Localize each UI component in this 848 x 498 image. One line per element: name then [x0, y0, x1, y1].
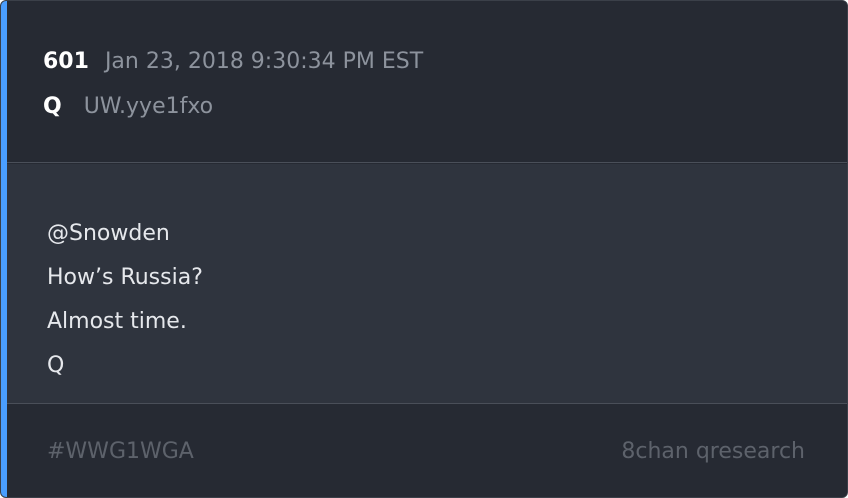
post-line: @Snowden [47, 221, 170, 246]
post-tripcode: UW.yye1fxo [83, 94, 214, 119]
post-card: 601 Jan 23, 2018 9:30:34 PM EST Q UW.yye… [0, 0, 848, 498]
post-text: @Snowden How’s Russia? Almost time. Q [47, 212, 203, 388]
post-timestamp: Jan 23, 2018 9:30:34 PM EST [104, 49, 424, 74]
post-meta-line: 601 Jan 23, 2018 9:30:34 PM EST [43, 49, 423, 74]
post-line: Q [47, 353, 65, 378]
post-number: 601 [43, 49, 89, 74]
post-line: How’s Russia? [47, 265, 203, 290]
source-label: 8chan qresearch [621, 439, 805, 464]
post-footer: #WWG1WGA 8chan qresearch [7, 405, 847, 497]
post-header: 601 Jan 23, 2018 9:30:34 PM EST Q UW.yye… [7, 1, 847, 163]
post-line: Almost time. [47, 309, 187, 334]
post-author: Q [43, 94, 62, 119]
hashtag: #WWG1WGA [47, 439, 194, 464]
post-body: @Snowden How’s Russia? Almost time. Q [7, 164, 847, 404]
author-line: Q UW.yye1fxo [43, 94, 213, 119]
